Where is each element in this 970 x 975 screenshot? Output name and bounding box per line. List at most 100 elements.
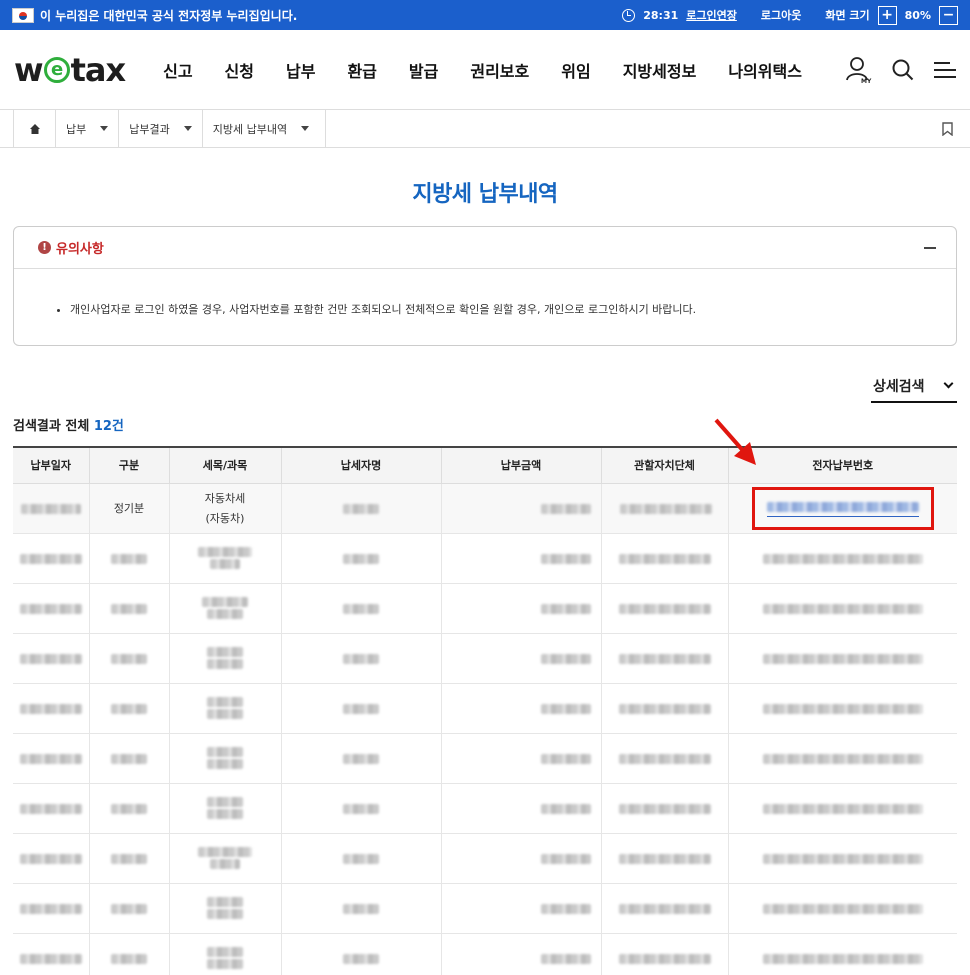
result-count-label: 검색결과 전체	[13, 419, 94, 434]
nav-item-delegate[interactable]: 위임	[561, 58, 608, 82]
redacted-cell	[207, 747, 243, 757]
bookmark-icon[interactable]	[942, 110, 953, 147]
redacted-cell	[343, 853, 379, 864]
screen-size-label: 화면 크기	[825, 9, 870, 22]
redacted-cell	[111, 703, 147, 714]
redacted-cell	[19, 803, 82, 814]
notice-panel: ! 유의사항 개인사업자로 로그인 하였을 경우, 사업자번호를 포함한 건만 …	[13, 226, 957, 346]
nav-item-refund[interactable]: 환급	[347, 58, 394, 82]
table-row[interactable]	[13, 633, 957, 683]
redacted-cell	[111, 753, 147, 764]
nav-item-report[interactable]: 신고	[163, 58, 210, 82]
redacted-cell	[762, 803, 923, 814]
nav-item-local-tax-info[interactable]: 지방세정보	[623, 58, 715, 82]
nav-item-apply[interactable]: 신청	[225, 58, 272, 82]
redacted-municipality	[619, 503, 712, 514]
redacted-cell	[618, 703, 711, 714]
chevron-down-icon	[183, 126, 192, 131]
result-count: 검색결과 전체 12건	[13, 415, 970, 434]
redacted-cell	[207, 797, 243, 807]
redacted-taxpayer	[343, 503, 379, 514]
gov-banner-text[interactable]: 이 누리집은 대한민국 공식 전자정부 누리집입니다.	[40, 7, 297, 24]
redacted-cell	[198, 547, 252, 557]
breadcrumb-item-local-tax-history[interactable]: 지방세 납부내역	[201, 110, 327, 147]
redacted-cell	[343, 903, 379, 914]
exclamation-icon: !	[38, 241, 51, 254]
redacted-cell	[618, 853, 711, 864]
col-header-tax-item: 세목/과목	[169, 447, 282, 483]
redacted-cell	[343, 703, 379, 714]
detail-search-toggle[interactable]: 상세검색	[871, 376, 957, 403]
table-row[interactable]	[13, 783, 957, 833]
logo-e-mark: e	[43, 56, 70, 83]
nav-item-rights[interactable]: 권리보호	[470, 58, 547, 82]
redacted-cell	[207, 709, 243, 719]
redacted-cell	[540, 853, 591, 864]
table-row[interactable]	[13, 533, 957, 583]
main-nav: 신고 신청 납부 환급 발급 권리보호 위임 지방세정보 나의위택스	[163, 58, 834, 82]
redacted-amount	[540, 503, 591, 514]
redacted-payment-number	[766, 501, 919, 512]
wetax-logo[interactable]: w e tax	[14, 50, 127, 89]
chevron-down-icon	[100, 126, 109, 131]
table-row[interactable]	[13, 833, 957, 883]
redacted-cell	[111, 653, 147, 664]
redacted-cell	[618, 903, 711, 914]
redacted-cell	[618, 803, 711, 814]
redacted-cell	[343, 953, 379, 964]
col-header-municipality: 관할자치단체	[601, 447, 729, 483]
nav-item-issue[interactable]: 발급	[409, 58, 456, 82]
redacted-cell	[343, 753, 379, 764]
logout-link[interactable]: 로그아웃	[761, 7, 801, 23]
korea-flag-icon	[12, 7, 34, 23]
nav-item-pay[interactable]: 납부	[286, 58, 333, 82]
breadcrumb: 납부 납부결과 지방세 납부내역	[0, 110, 970, 148]
svg-text:MY: MY	[861, 78, 872, 84]
zoom-in-button[interactable]: +	[877, 5, 897, 25]
table-row[interactable]	[13, 933, 957, 975]
redacted-cell	[343, 803, 379, 814]
table-row[interactable]: 정기분 자동차세 (자동차)	[13, 483, 957, 533]
col-header-amount: 납부금액	[441, 447, 602, 483]
redacted-cell	[618, 953, 711, 964]
table-header-row: 납부일자 구분 세목/과목 납세자명 납부금액 관할자치단체 전자납부번호	[13, 447, 957, 483]
zoom-out-button[interactable]: −	[939, 5, 958, 25]
collapse-icon[interactable]	[924, 246, 936, 249]
my-user-icon[interactable]: MY	[846, 56, 872, 84]
redacted-cell	[618, 553, 711, 564]
table-row[interactable]	[13, 683, 957, 733]
logo-text-tax: tax	[70, 50, 127, 89]
redacted-cell	[762, 853, 923, 864]
col-header-type: 구분	[89, 447, 170, 483]
session-controls: 28:31 로그인연장 로그아웃 화면 크기 + 80% −	[622, 5, 958, 25]
redacted-cell	[111, 603, 147, 614]
payment-history-table: 납부일자 구분 세목/과목 납세자명 납부금액 관할자치단체 전자납부번호 정기…	[13, 446, 957, 975]
table-row[interactable]	[13, 883, 957, 933]
redacted-cell	[207, 759, 243, 769]
breadcrumb-item-pay[interactable]: 납부	[55, 110, 118, 147]
redacted-cell	[540, 553, 591, 564]
redacted-cell	[207, 609, 243, 619]
redacted-cell	[618, 653, 711, 664]
table-row[interactable]	[13, 733, 957, 783]
extend-login-link[interactable]: 로그인연장	[686, 7, 737, 23]
cell-tax-item: 자동차세 (자동차)	[169, 483, 282, 533]
redacted-cell	[19, 753, 82, 764]
breadcrumb-item-pay-result[interactable]: 납부결과	[118, 110, 201, 147]
chevron-down-icon	[943, 378, 953, 389]
search-icon[interactable]	[892, 59, 914, 81]
menu-icon[interactable]	[934, 61, 956, 79]
redacted-cell	[540, 603, 591, 614]
redacted-cell	[111, 853, 147, 864]
red-arrow-annotation	[712, 418, 760, 472]
notice-header[interactable]: ! 유의사항	[14, 227, 956, 269]
payment-number-link[interactable]	[766, 500, 919, 517]
table-row[interactable]	[13, 583, 957, 633]
redacted-cell	[540, 703, 591, 714]
home-icon[interactable]	[13, 110, 55, 147]
redacted-cell	[762, 903, 923, 914]
redacted-cell	[540, 653, 591, 664]
nav-item-my-wetax[interactable]: 나의위택스	[728, 58, 820, 82]
col-header-payment-number: 전자납부번호	[812, 459, 874, 473]
breadcrumb-label: 지방세 납부내역	[212, 122, 288, 136]
